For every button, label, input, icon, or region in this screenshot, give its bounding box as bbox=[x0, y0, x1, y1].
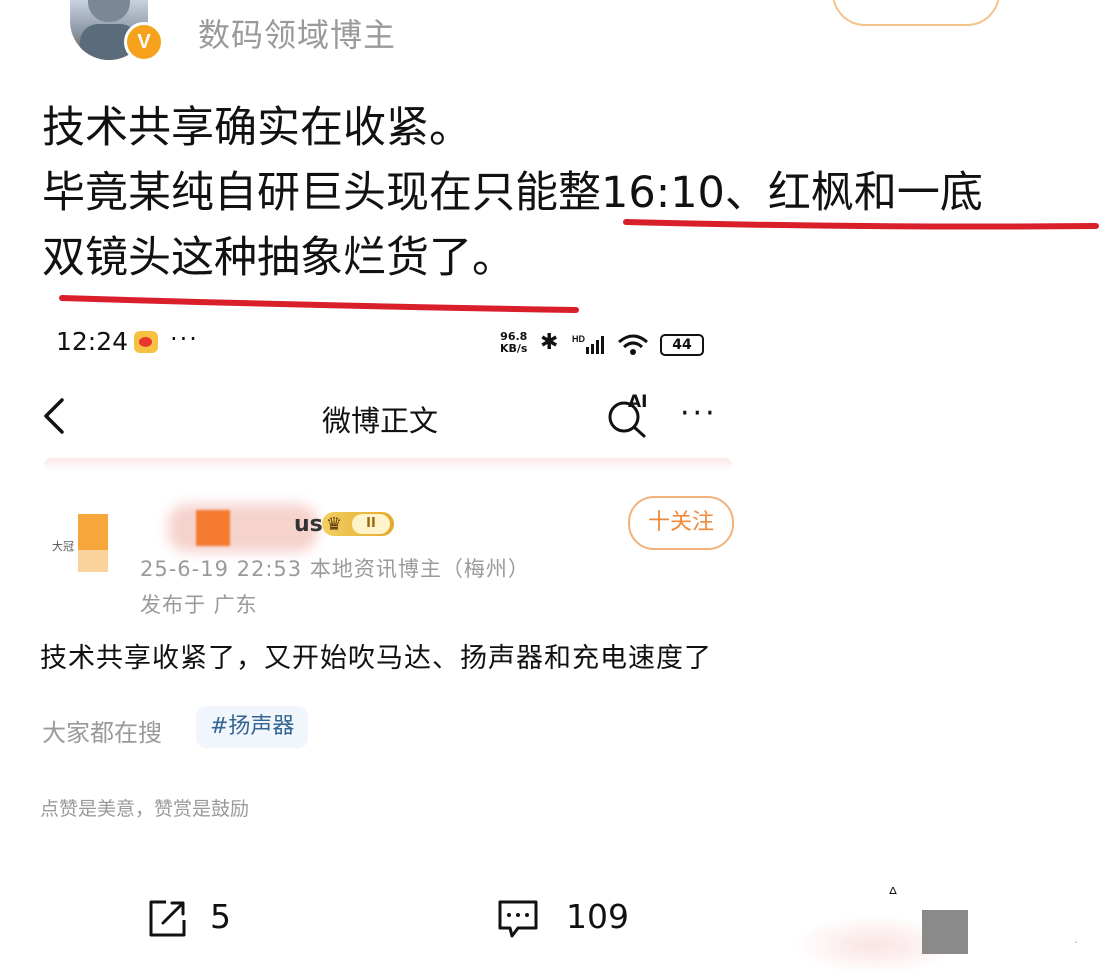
verified-badge-icon: V bbox=[124, 22, 164, 62]
vip-level-label: II bbox=[352, 514, 390, 534]
signal-hd-label: HD bbox=[572, 334, 585, 344]
signal-icon: HD bbox=[572, 334, 604, 354]
weibo-app-icon bbox=[134, 331, 158, 353]
outer-username[interactable]: 数码领域博主 bbox=[198, 10, 396, 56]
inner-avatar[interactable]: 大冠 bbox=[52, 510, 108, 574]
post-location: 发布于 广东 bbox=[140, 593, 258, 617]
share-count[interactable]: 5 bbox=[210, 897, 231, 936]
wifi-icon bbox=[618, 334, 648, 355]
ai-label: AI bbox=[628, 392, 648, 412]
bluetooth-icon: ✱ bbox=[540, 330, 559, 355]
status-more-dots: ··· bbox=[170, 325, 199, 353]
reward-prompt: 点赞是美意，赞赏是鼓励 bbox=[40, 798, 250, 820]
battery-icon: 44 bbox=[660, 334, 704, 356]
status-time: 12:24 bbox=[56, 327, 129, 356]
vip-level-badge: ♛ II bbox=[322, 512, 394, 536]
outer-follow-button[interactable] bbox=[832, 0, 1000, 26]
share-icon[interactable] bbox=[146, 898, 188, 940]
redaction-square bbox=[922, 910, 968, 954]
post-body: 技术共享收紧了，又开始吹马达、扬声器和充电速度了 bbox=[40, 643, 712, 674]
more-options-icon[interactable]: ··· bbox=[680, 396, 718, 431]
post-meta: 25-6-19 22:53 本地资讯博主（梅州） bbox=[140, 557, 530, 581]
comment-icon[interactable] bbox=[496, 898, 540, 940]
follow-button[interactable]: 十关注 bbox=[628, 496, 734, 550]
outer-post-line-1: 技术共享确实在收紧。 bbox=[42, 103, 472, 153]
trending-search-tag[interactable]: #扬声器 bbox=[196, 706, 309, 748]
back-chevron-icon[interactable] bbox=[38, 396, 68, 436]
like-icon-partial[interactable]: ᐞ bbox=[888, 884, 898, 905]
page-title: 微博正文 bbox=[322, 404, 439, 438]
underline-line-3 bbox=[59, 295, 579, 313]
blurred-mark bbox=[196, 510, 230, 546]
network-speed-unit: KB/s bbox=[500, 342, 528, 355]
inner-username-fragment[interactable]: us bbox=[294, 512, 323, 537]
outer-post-line-2: 毕竟某纯自研巨头现在只能整16:10、红枫和一底 bbox=[42, 168, 983, 218]
trending-search-label: 大家都在搜 bbox=[42, 719, 162, 747]
outer-post-line-3: 双镜头这种抽象烂货了。 bbox=[42, 233, 515, 283]
divider-bar bbox=[44, 458, 732, 472]
network-speed: 96.8 KB/s bbox=[500, 331, 527, 355]
comment-count[interactable]: 109 bbox=[566, 897, 629, 936]
corner-watermark: · bbox=[1074, 936, 1078, 949]
crown-icon: ♛ bbox=[326, 514, 343, 535]
